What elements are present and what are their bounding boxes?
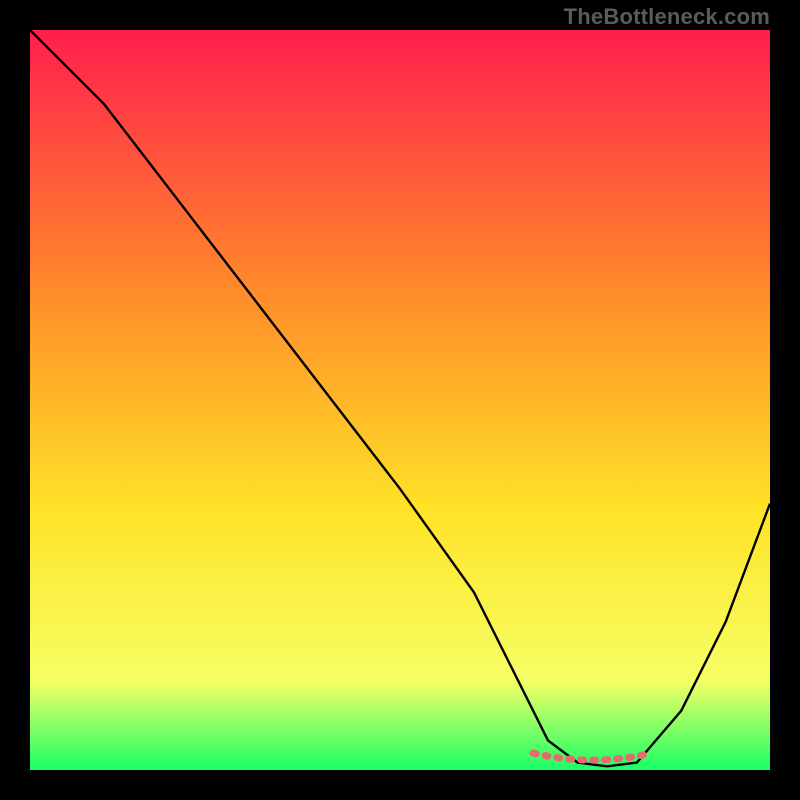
chart-frame: TheBottleneck.com (0, 0, 800, 800)
plot-area (30, 30, 770, 770)
chart-svg (30, 30, 770, 770)
gradient-background (30, 30, 770, 770)
watermark-text: TheBottleneck.com (564, 4, 770, 30)
